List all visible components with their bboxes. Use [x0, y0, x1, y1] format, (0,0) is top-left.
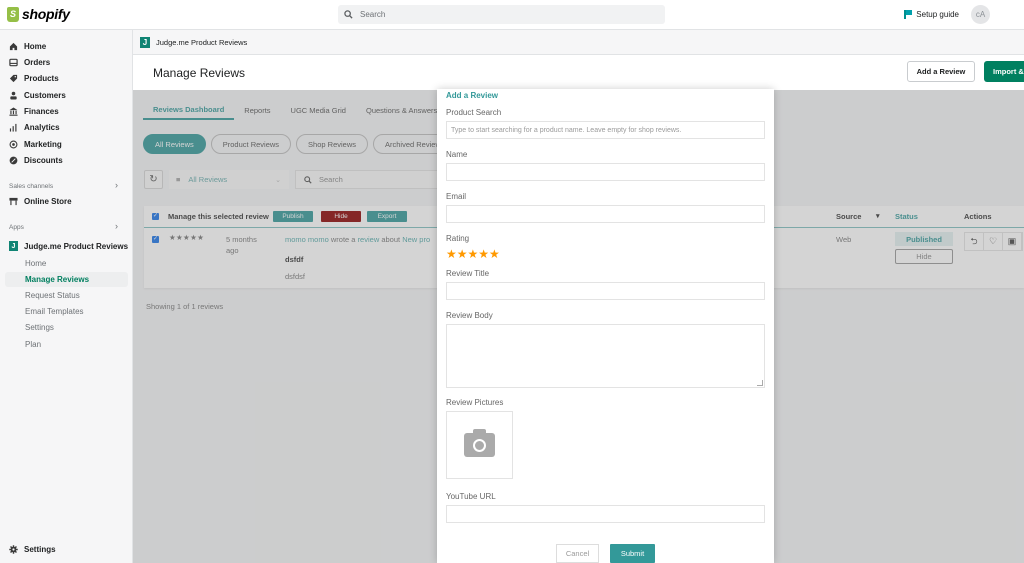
sidebar-item-analytics[interactable]: Analytics [9, 123, 60, 132]
breadcrumb-app-name[interactable]: Judge.me Product Reviews [156, 38, 247, 47]
global-search-input[interactable]: Search [338, 5, 665, 24]
sidebar-item-orders[interactable]: Orders [9, 58, 50, 67]
judgeme-app-icon: J [9, 241, 18, 251]
sidebar-subitem-manage-reviews[interactable]: Manage Reviews [5, 272, 128, 287]
breadcrumb: J Judge.me Product Reviews [133, 30, 1024, 55]
sidebar-item-settings[interactable]: Settings [9, 545, 56, 554]
sidebar-item-label: Marketing [24, 140, 62, 149]
review-title-label: Review Title [446, 269, 490, 278]
cancel-button[interactable]: Cancel [556, 544, 599, 563]
sidebar-item-judgeme-app[interactable]: J Judge.me Product Reviews [9, 241, 128, 251]
sidebar-item-label: Discounts [24, 156, 63, 165]
target-icon [9, 140, 18, 149]
review-title-input[interactable] [446, 282, 765, 300]
person-icon [9, 91, 18, 100]
sidebar-item-label: Home [24, 42, 47, 51]
avatar[interactable]: cA [971, 5, 990, 24]
sidebar-item-products[interactable]: Products [9, 74, 59, 83]
name-input[interactable] [446, 163, 765, 181]
tag-icon [9, 74, 18, 83]
page-header: Manage Reviews Add a Review Import & [133, 55, 1024, 90]
top-bar: shopify Search Setup guide cA [0, 0, 1024, 30]
sidebar-subitem-email-templates[interactable]: Email Templates [25, 307, 84, 316]
logo-text: shopify [22, 6, 70, 22]
sales-channels-label: Sales channels [9, 183, 54, 190]
judgeme-app-icon: J [140, 36, 150, 48]
sidebar-item-discounts[interactable]: Discounts [9, 156, 63, 165]
sidebar-item-online-store[interactable]: Online Store [9, 197, 72, 206]
sidebar-item-label: Finances [24, 107, 59, 116]
sidebar-item-customers[interactable]: Customers [9, 91, 66, 100]
bank-icon [9, 107, 18, 116]
product-search-placeholder: Type to start searching for a product na… [451, 126, 682, 134]
rating-stars[interactable]: ★★★★★ [446, 247, 500, 261]
gear-icon [9, 545, 18, 554]
sidebar-item-marketing[interactable]: Marketing [9, 140, 62, 149]
upload-picture-button[interactable] [446, 411, 513, 479]
flag-icon [904, 10, 912, 19]
rating-label: Rating [446, 234, 470, 243]
sidebar-item-finances[interactable]: Finances [9, 107, 59, 116]
review-body-label: Review Body [446, 311, 493, 320]
review-pictures-label: Review Pictures [446, 398, 504, 407]
search-icon [344, 10, 353, 19]
email-input[interactable] [446, 205, 765, 223]
store-icon [9, 197, 18, 206]
sidebar-item-label: Customers [24, 91, 66, 100]
sidebar-item-label: Analytics [24, 123, 60, 132]
sidebar-subitem-plan[interactable]: Plan [25, 340, 41, 349]
shopify-bag-icon [7, 6, 19, 22]
search-placeholder: Search [360, 10, 386, 19]
modal-title: Add a Review [446, 91, 499, 100]
shopify-logo[interactable]: shopify [7, 6, 70, 22]
chevron-right-icon[interactable]: › [115, 180, 118, 190]
product-search-label: Product Search [446, 108, 502, 117]
inbox-icon [9, 58, 18, 67]
review-body-textarea[interactable] [446, 324, 765, 388]
submit-button[interactable]: Submit [610, 544, 655, 563]
setup-guide-label: Setup guide [916, 10, 959, 19]
add-review-button[interactable]: Add a Review [907, 61, 975, 82]
sidebar: Home Orders Products Customers Finances … [0, 30, 133, 563]
youtube-url-label: YouTube URL [446, 492, 496, 501]
apps-label: Apps [9, 224, 24, 231]
youtube-url-input[interactable] [446, 505, 765, 523]
sidebar-item-label: Judge.me Product Reviews [24, 241, 129, 251]
chevron-right-icon[interactable]: › [115, 221, 118, 231]
sidebar-subitem-settings[interactable]: Settings [25, 323, 54, 332]
sidebar-item-label: Products [24, 74, 59, 83]
bar-chart-icon [9, 123, 18, 132]
sidebar-subitem-home[interactable]: Home [25, 259, 46, 268]
sidebar-item-label: Orders [24, 58, 51, 67]
add-review-modal: Add a Review Product Search Type to star… [437, 89, 774, 563]
import-button[interactable]: Import & [984, 61, 1024, 82]
camera-icon [464, 429, 495, 457]
sidebar-item-home[interactable]: Home [9, 42, 46, 51]
discount-icon [9, 156, 18, 165]
setup-guide-button[interactable]: Setup guide [904, 10, 959, 19]
product-search-input[interactable]: Type to start searching for a product na… [446, 121, 765, 139]
sidebar-item-label: Online Store [24, 197, 72, 206]
home-icon [9, 42, 18, 51]
name-label: Name [446, 150, 468, 159]
email-label: Email [446, 192, 467, 201]
page-title: Manage Reviews [153, 66, 246, 80]
sidebar-item-label: Settings [24, 545, 56, 554]
sidebar-subitem-request-status[interactable]: Request Status [25, 291, 80, 300]
